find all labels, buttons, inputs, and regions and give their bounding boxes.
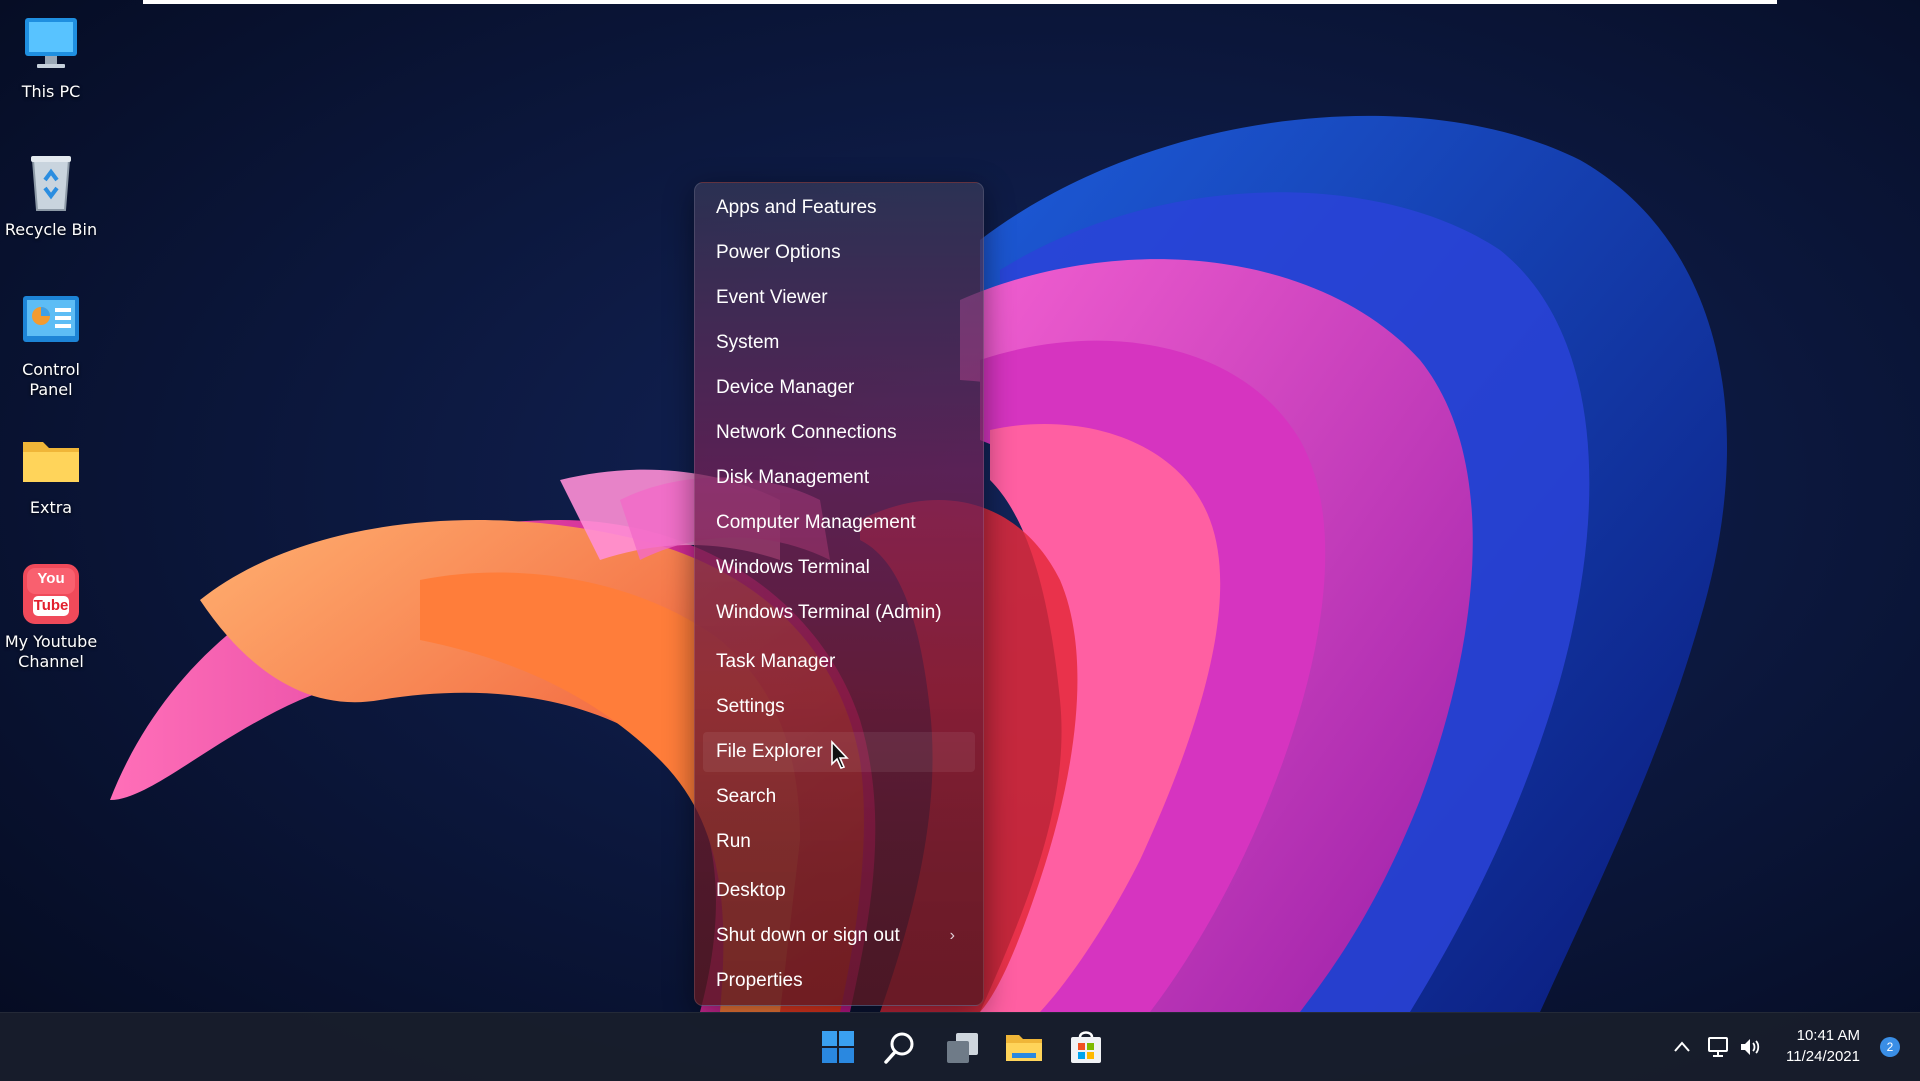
menu-item-settings[interactable]: Settings	[703, 687, 975, 727]
menu-item-system[interactable]: System	[703, 323, 975, 363]
menu-item-run[interactable]: Run	[703, 822, 975, 862]
clock[interactable]: 10:41 AM 11/24/2021	[1786, 1025, 1860, 1067]
menu-item-windows-terminal[interactable]: Windows Terminal	[703, 548, 975, 588]
chevron-right-icon: ›	[949, 927, 955, 944]
desktop-icon-label: Control Panel	[22, 360, 80, 399]
menu-item-properties[interactable]: Properties	[703, 961, 975, 1001]
winx-context-menu: Apps and Features Power Options Event Vi…	[694, 182, 984, 1006]
desktop-icon-youtube-channel[interactable]: You Tube My Youtube Channel	[0, 562, 102, 672]
microsoft-store-icon	[1071, 1031, 1101, 1063]
menu-item-search[interactable]: Search	[703, 777, 975, 817]
clock-date: 11/24/2021	[1786, 1048, 1860, 1065]
task-view-icon	[947, 1033, 978, 1063]
menu-item-windows-terminal-admin[interactable]: Windows Terminal (Admin)	[703, 593, 975, 633]
menu-item-device-manager[interactable]: Device Manager	[703, 368, 975, 408]
network-icon[interactable]	[1706, 1035, 1730, 1059]
youtube-badge-you: You	[37, 570, 65, 587]
clock-time: 10:41 AM	[1796, 1027, 1860, 1044]
system-tray: 10:41 AM 11/24/2021 2	[1620, 1013, 1920, 1081]
desktop-icon-label: Extra	[29, 498, 73, 517]
start-icon	[822, 1031, 854, 1063]
menu-item-network-connections[interactable]: Network Connections	[703, 413, 975, 453]
desktop-icon-label: My Youtube Channel	[4, 632, 98, 671]
menu-item-apps-and-features[interactable]: Apps and Features	[703, 188, 975, 228]
youtube-icon: You Tube	[19, 562, 83, 626]
desktop-icon-extra[interactable]: Extra	[0, 428, 102, 518]
menu-item-disk-management[interactable]: Disk Management	[703, 458, 975, 498]
taskbar-file-explorer-button[interactable]	[1004, 1027, 1044, 1067]
control-panel-icon	[19, 290, 83, 354]
menu-item-task-manager[interactable]: Task Manager	[703, 642, 975, 682]
start-button[interactable]	[818, 1027, 858, 1067]
chevron-up-icon[interactable]	[1672, 1037, 1692, 1057]
youtube-badge-tube: Tube	[33, 597, 69, 614]
menu-item-label: Shut down or sign out	[716, 925, 900, 946]
taskbar-search-button[interactable]	[880, 1027, 920, 1067]
taskbar: 10:41 AM 11/24/2021 2	[0, 1012, 1920, 1081]
menu-item-desktop[interactable]: Desktop	[703, 871, 975, 911]
recycle-bin-icon	[19, 150, 83, 214]
menu-item-event-viewer[interactable]: Event Viewer	[703, 278, 975, 318]
desktop-icon-label: This PC	[21, 82, 81, 101]
desktop-icon-control-panel[interactable]: Control Panel	[0, 290, 102, 400]
notification-badge[interactable]: 2	[1880, 1037, 1900, 1057]
mouse-cursor-icon	[831, 740, 849, 769]
microsoft-store-button[interactable]	[1066, 1027, 1106, 1067]
volume-icon[interactable]	[1738, 1035, 1762, 1059]
desktop-icon-recycle-bin[interactable]: Recycle Bin	[0, 150, 102, 240]
file-explorer-icon	[1006, 1035, 1042, 1061]
top-edge-bar	[143, 0, 1777, 4]
desktop-icon-this-pc[interactable]: This PC	[0, 12, 102, 102]
menu-item-shut-down-or-sign-out[interactable]: Shut down or sign out ›	[703, 916, 975, 956]
menu-item-computer-management[interactable]: Computer Management	[703, 503, 975, 543]
search-icon	[884, 1032, 914, 1064]
desktop-icon-label: Recycle Bin	[4, 220, 98, 239]
menu-item-power-options[interactable]: Power Options	[703, 233, 975, 273]
monitor-icon	[19, 12, 83, 76]
task-view-button[interactable]	[942, 1027, 982, 1067]
folder-icon	[19, 428, 83, 492]
